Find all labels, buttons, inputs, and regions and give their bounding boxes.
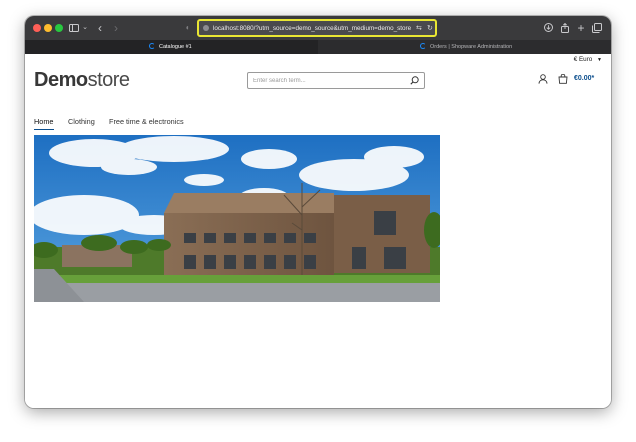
minimize-window-button[interactable] [44,24,52,32]
tab-catalogue[interactable]: Catalogue #1 [25,40,318,54]
caret-down-icon: ▼ [597,57,602,63]
logo-light-text: store [87,69,130,91]
nav-item-home[interactable]: Home [34,117,53,126]
shopware-icon [149,43,155,49]
currency-switcher[interactable]: € Euro ▼ [574,56,602,63]
share-icon[interactable] [560,20,570,36]
browser-toolbar: ⌄ ‹ › ◐ localhost:8080/?utm_source=demo_… [25,16,611,40]
nav-item-clothing[interactable]: Clothing [68,117,95,126]
close-window-button[interactable] [33,24,41,32]
tab-label: Orders | Shopware Administration [430,44,513,50]
logo-bold-text: Demo [34,69,88,91]
reload-icon[interactable]: ↻ [427,23,433,34]
search-box [247,72,425,89]
forward-icon[interactable]: › [111,20,121,36]
tab-label: Catalogue #1 [159,44,192,50]
nav-item-free-time-electronics[interactable]: Free time & electronics [109,117,184,126]
shopware-icon [420,43,426,49]
translate-icon[interactable]: ⇆ [416,23,422,34]
search-icon[interactable] [410,76,419,85]
privacy-icon[interactable]: ◐ [183,20,193,36]
cart-icon[interactable] [558,74,568,84]
hero-banner-image [34,135,440,302]
back-icon[interactable]: ‹ [95,20,105,36]
store-logo[interactable]: Demostore [34,69,130,92]
currency-label: € Euro [573,56,593,63]
tab-orders-admin[interactable]: Orders | Shopware Administration [318,40,611,54]
address-bar[interactable]: localhost:8080/?utm_source=demo_source&u… [197,19,437,37]
browser-window: ⌄ ‹ › ◐ localhost:8080/?utm_source=demo_… [25,16,611,408]
nav-active-indicator [34,129,54,131]
sidebar-icon[interactable] [68,20,80,36]
sidebar-menu-chevron-icon[interactable]: ⌄ [81,20,89,36]
new-tab-icon[interactable]: + [576,20,586,36]
tab-bar: Catalogue #1 Orders | Shopware Administr… [25,40,611,54]
url-text: localhost:8080/?utm_source=demo_source&u… [213,25,412,32]
site-info-icon[interactable] [203,25,209,31]
zoom-window-button[interactable] [55,24,63,32]
page-content: € Euro ▼ Demostore €0.00* Home Clothing … [25,54,611,408]
download-icon[interactable] [543,20,553,36]
search-input[interactable] [248,73,413,88]
account-icon[interactable] [538,74,548,84]
cart-total[interactable]: €0.00* [574,75,594,82]
tab-overview-icon[interactable] [591,20,602,36]
